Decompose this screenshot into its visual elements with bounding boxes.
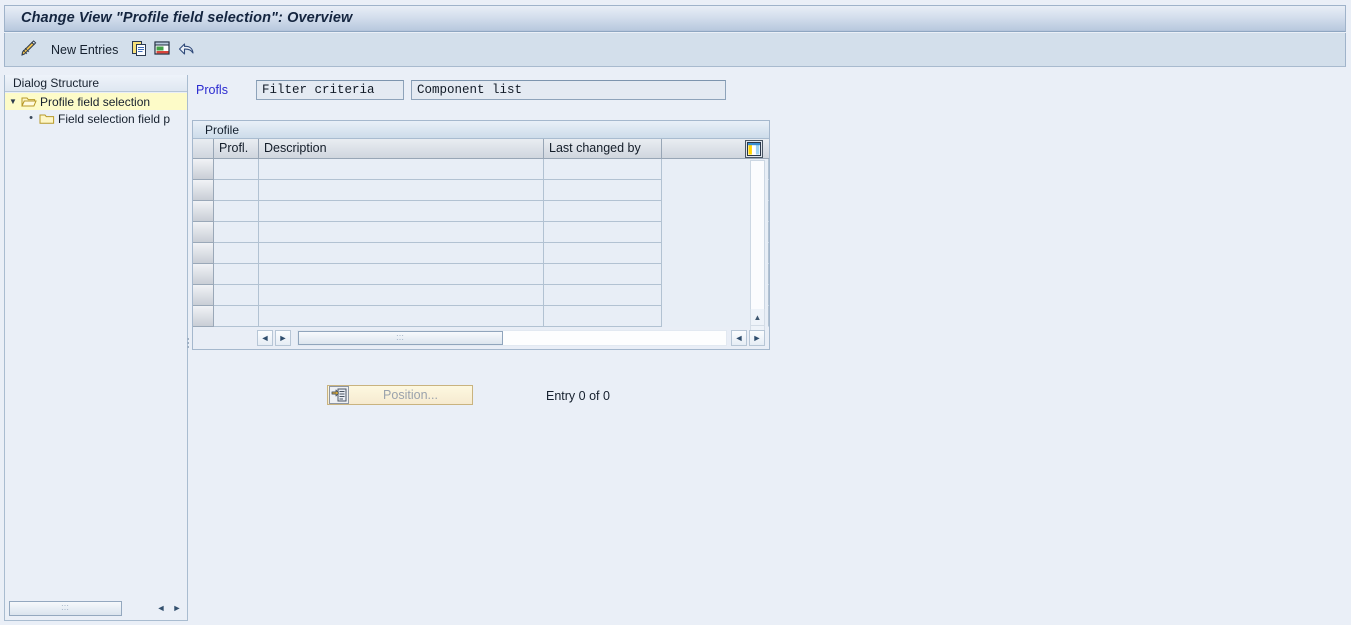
position-button[interactable]: Position... (327, 385, 473, 405)
table-row[interactable] (193, 306, 769, 327)
table-row[interactable] (193, 159, 769, 180)
table-details-icon (154, 40, 171, 60)
copy-icon (131, 40, 148, 60)
cell-description[interactable] (259, 285, 544, 306)
pencil-edit-icon (19, 39, 39, 61)
tree-item-field-selection-field-p[interactable]: • Field selection field p (5, 110, 187, 127)
tree-item-label: Field selection field p (58, 111, 171, 126)
profile-table-caption: Profile (193, 121, 769, 139)
select-all-header-cell[interactable] (193, 139, 214, 159)
cell-description[interactable] (259, 243, 544, 264)
sidebar-horizontal-scrollbar[interactable]: ⋯ ⋯ ◄ ► (9, 600, 185, 616)
scroll-up-button[interactable]: ▲ (750, 309, 765, 326)
row-selector-button[interactable] (193, 180, 214, 201)
column-header-last-changed-by[interactable]: Last changed by (544, 139, 662, 159)
new-entries-button[interactable]: New Entries (51, 33, 118, 67)
cell-description[interactable] (259, 264, 544, 285)
entry-count-label: Entry 0 of 0 (546, 389, 610, 403)
position-button-label: Position... (383, 388, 438, 402)
cell-profl[interactable] (214, 264, 259, 285)
hscroll-left-arrow-left[interactable]: ◄ (257, 330, 273, 346)
cell-profl[interactable] (214, 243, 259, 264)
scroll-grip-icon: ⋯ ⋯ (61, 601, 70, 614)
scroll-grip-icon: ⋯ ⋯ (396, 331, 405, 344)
sidebar-scroll-left-arrow[interactable]: ◄ (153, 600, 169, 616)
position-list-icon (329, 386, 349, 404)
table-row[interactable] (193, 222, 769, 243)
tree-item-label: Profile field selection (40, 94, 151, 109)
column-settings-icon[interactable] (745, 140, 763, 158)
filter-criteria-field[interactable]: Filter criteria (256, 80, 404, 100)
copy-button[interactable] (131, 33, 148, 67)
cell-last-changed-by[interactable] (544, 180, 662, 201)
table-row[interactable] (193, 243, 769, 264)
cell-last-changed-by[interactable] (544, 306, 662, 327)
hscroll-right-arrow-right[interactable]: ► (749, 330, 765, 346)
row-selector-button[interactable] (193, 222, 214, 243)
closed-folder-icon (39, 112, 55, 125)
table-column-header-row: Profl. Description Last changed by (193, 139, 769, 159)
cell-profl[interactable] (214, 222, 259, 243)
cell-description[interactable] (259, 222, 544, 243)
cell-last-changed-by[interactable] (544, 159, 662, 180)
column-header-description[interactable]: Description (259, 139, 544, 159)
main-content-panel: Profls Filter criteria Component list Pr… (190, 75, 1347, 621)
hscroll-track[interactable]: ⋯ ⋯ (297, 330, 727, 346)
hscroll-right-arrow-left[interactable]: ► (275, 330, 291, 346)
cell-description[interactable] (259, 159, 544, 180)
tree-item-profile-field-selection[interactable]: ▼ Profile field selection (5, 93, 187, 110)
hscroll-thumb[interactable]: ⋯ ⋯ (298, 331, 503, 345)
profile-table: Profl. Description Last changed by ▲ ◄ ►… (193, 139, 769, 349)
page-title: Change View "Profile field selection": O… (21, 10, 353, 26)
undo-button[interactable] (177, 33, 195, 67)
table-rows (193, 159, 769, 327)
hscroll-left-arrow-right[interactable]: ◄ (731, 330, 747, 346)
profls-label: Profls (196, 83, 228, 97)
row-selector-button[interactable] (193, 264, 214, 285)
table-row[interactable] (193, 201, 769, 222)
row-selector-button[interactable] (193, 243, 214, 264)
title-bar: Change View "Profile field selection": O… (4, 5, 1346, 32)
cell-last-changed-by[interactable] (544, 243, 662, 264)
sap-window: Change View "Profile field selection": O… (0, 0, 1351, 625)
dialog-structure-tree: ▼ Profile field selection • Field select… (5, 93, 187, 127)
sidebar-scroll-right-arrow[interactable]: ► (169, 600, 185, 616)
column-header-profl[interactable]: Profl. (214, 139, 259, 159)
cell-last-changed-by[interactable] (544, 264, 662, 285)
table-row[interactable] (193, 180, 769, 201)
row-selector-button[interactable] (193, 285, 214, 306)
cell-profl[interactable] (214, 159, 259, 180)
row-selector-button[interactable] (193, 201, 214, 222)
new-entries-label: New Entries (51, 43, 119, 57)
cell-last-changed-by[interactable] (544, 201, 662, 222)
cell-profl[interactable] (214, 180, 259, 201)
cell-last-changed-by[interactable] (544, 285, 662, 306)
profile-table-panel: Profile Profl. Description Last changed … (192, 120, 770, 350)
edit-button[interactable] (19, 33, 39, 67)
sidebar-scroll-thumb[interactable]: ⋯ ⋯ (9, 600, 122, 616)
component-list-field[interactable]: Component list (411, 80, 726, 100)
cell-profl[interactable] (214, 306, 259, 327)
dialog-structure-panel: Dialog Structure ▼ Profile field selecti… (4, 75, 188, 621)
table-horizontal-scrollbar: ◄ ► ⋯ ⋯ ◄ ► (193, 328, 769, 348)
row-selector-button[interactable] (193, 159, 214, 180)
toolbar: New Entries (4, 33, 1346, 96)
table-row[interactable] (193, 285, 769, 306)
dialog-structure-header: Dialog Structure (5, 75, 187, 92)
expand-collapse-arrow-icon[interactable]: ▼ (5, 93, 21, 110)
cell-profl[interactable] (214, 285, 259, 306)
cell-last-changed-by[interactable] (544, 222, 662, 243)
row-selector-button[interactable] (193, 306, 214, 327)
table-row[interactable] (193, 264, 769, 285)
cell-description[interactable] (259, 306, 544, 327)
cell-profl[interactable] (214, 201, 259, 222)
table-vertical-scrollbar-track[interactable] (750, 160, 765, 328)
cell-description[interactable] (259, 201, 544, 222)
tree-bullet-icon: • (29, 112, 33, 124)
undo-arrow-icon (177, 40, 195, 60)
open-folder-icon (21, 95, 37, 108)
cell-description[interactable] (259, 180, 544, 201)
details-button[interactable] (154, 33, 171, 67)
